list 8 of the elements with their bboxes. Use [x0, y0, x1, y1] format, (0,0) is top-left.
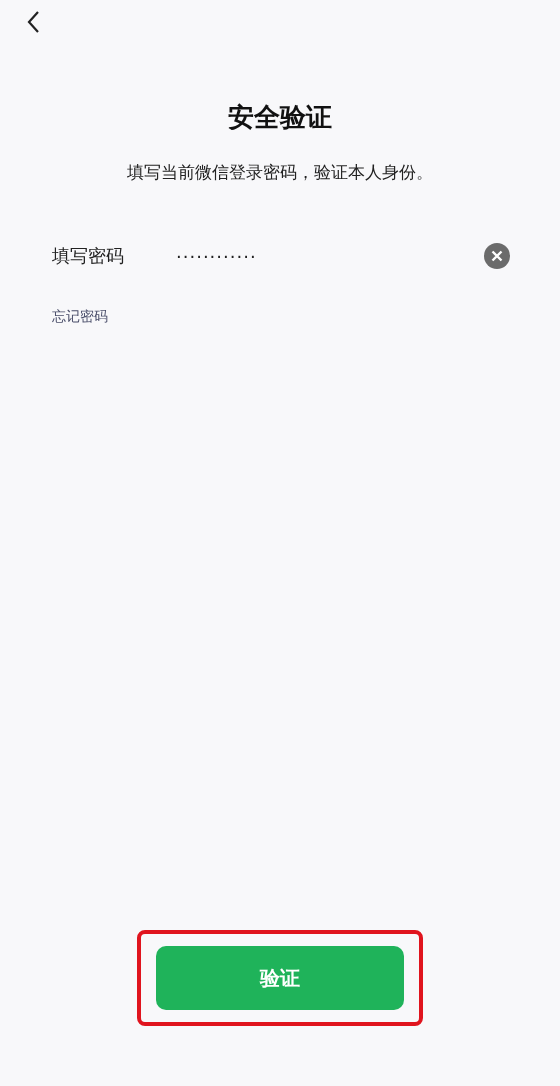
instruction-text: 填写当前微信登录密码，验证本人身份。 — [126, 161, 434, 184]
forgot-password-link[interactable]: 忘记密码 — [52, 308, 108, 326]
password-field[interactable]: ············ — [176, 245, 484, 267]
clear-button[interactable] — [484, 243, 510, 269]
back-icon — [26, 10, 40, 34]
field-label: 填写密码 — [52, 244, 125, 268]
page-title: 安全验证 — [227, 101, 333, 134]
clear-icon — [484, 243, 510, 269]
